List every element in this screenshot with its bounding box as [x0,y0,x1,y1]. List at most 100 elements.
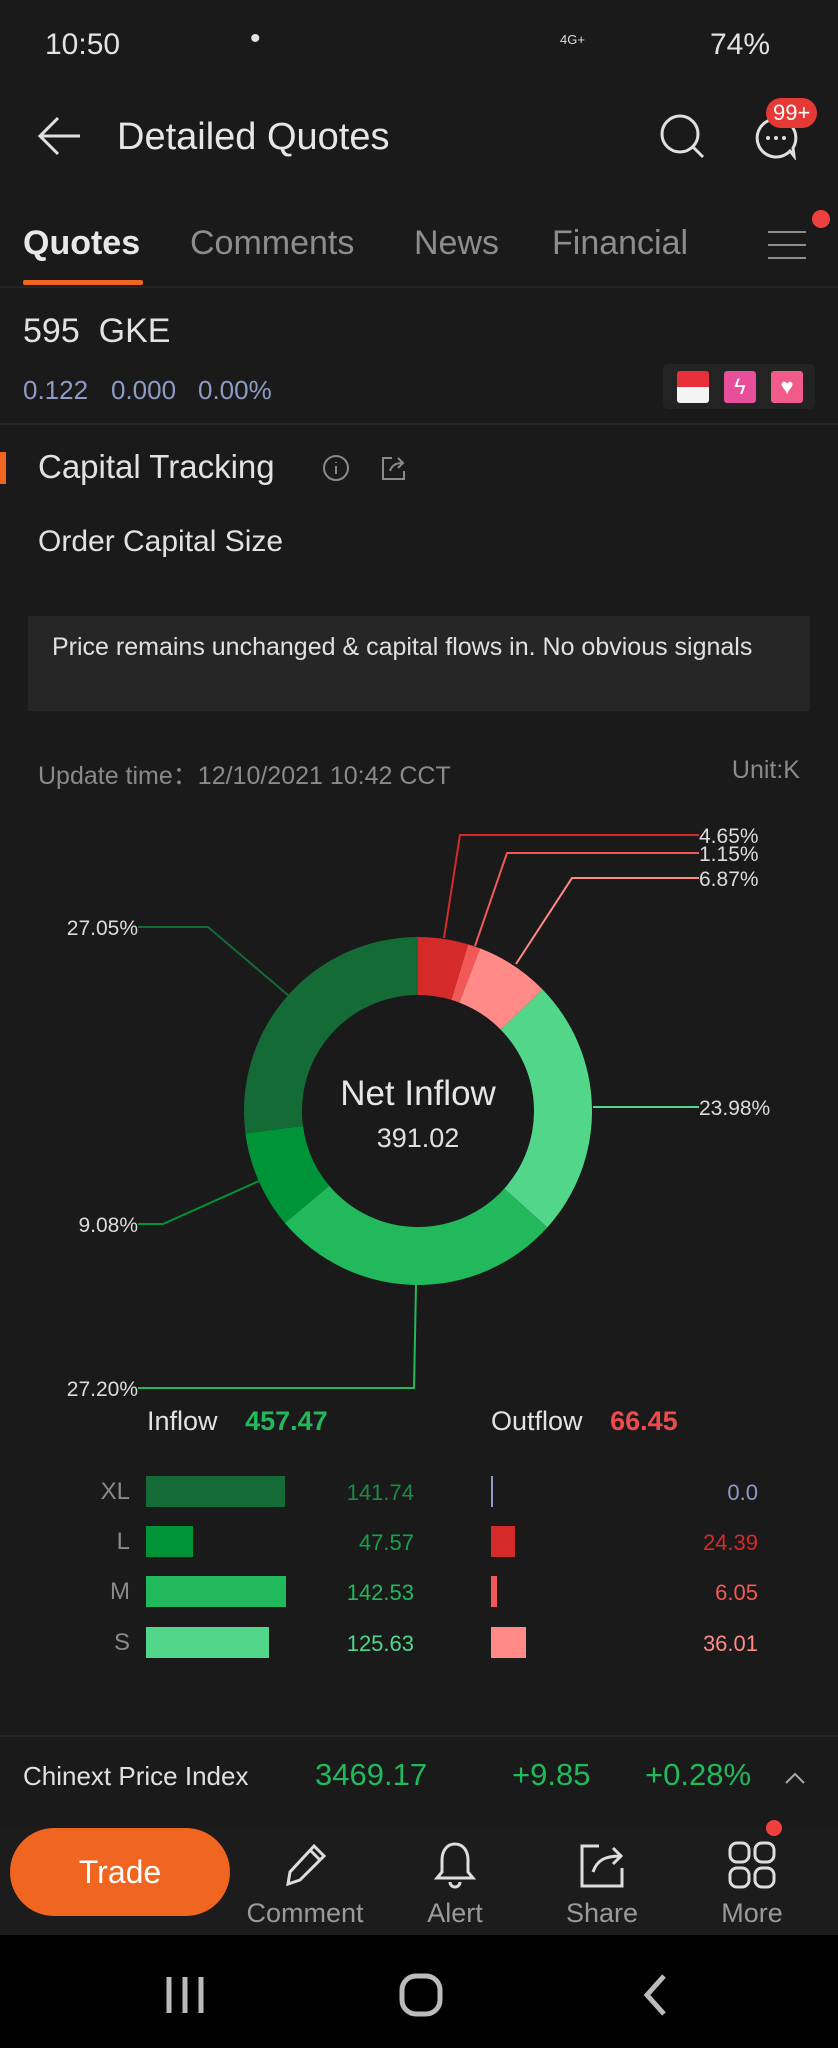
outflow-bar [491,1476,493,1507]
back-button[interactable] [36,114,84,163]
status-dot: • [250,22,261,55]
recent-apps-icon[interactable] [165,1975,209,2015]
net-inflow-value: 391.02 [377,1123,460,1153]
leader-line [138,1284,417,1389]
share-icon [382,457,405,480]
outflow-value: 6.05 [715,1580,758,1605]
inflow-label: Inflow [147,1406,218,1436]
flow-row: XL 141.74 0.0 [0,1476,838,1508]
share-button[interactable]: Share [542,1840,662,1929]
size-label: L [116,1528,130,1555]
share-section-button[interactable] [380,454,408,487]
tab-news[interactable]: News [414,224,499,263]
bell-icon [433,1842,477,1889]
tab-quotes[interactable]: Quotes [23,224,140,263]
battery-level: 74% [710,28,771,61]
flow-row: S 125.63 36.01 [0,1627,838,1659]
system-nav-bar [0,1935,838,2048]
outflow-total: 66.45 [610,1406,678,1436]
index-change: +9.85 [512,1757,591,1792]
info-button[interactable] [322,454,350,487]
active-tab-indicator [23,280,143,285]
index-name: Chinext Price Index [23,1761,249,1791]
outflow-bar [491,1526,515,1557]
chevron-up-icon[interactable] [784,1771,806,1785]
outflow-label: Outflow [491,1406,583,1436]
stock-price: 0.122 [23,375,89,405]
clock: 10:50 [45,28,121,61]
slice-label: 1.15% [699,843,759,866]
leader-line [138,1180,260,1225]
alert-button[interactable]: Alert [395,1840,515,1929]
status-bar: 10:50 • 4G+ 74% [0,0,838,90]
inflow-bar [146,1476,285,1507]
leader-line [515,877,699,965]
search-button[interactable] [660,114,706,165]
back-nav-icon[interactable] [642,1973,670,2017]
hamburger-icon [768,231,806,259]
leader-line [474,852,699,947]
signal-box: Price remains unchanged & capital flows … [28,616,810,711]
menu-notification-dot [812,210,830,228]
outflow-bar [491,1576,497,1607]
section-subtitle: Order Capital Size [38,525,284,558]
divider [0,286,838,288]
tabs-menu-button[interactable] [768,230,806,265]
slice-label: 27.20% [67,1378,138,1401]
index-change-pct: +0.28% [645,1757,752,1792]
heart-icon[interactable]: ♥ [771,371,803,403]
notification-badge: 99+ [766,98,818,128]
outflow-bar [491,1627,527,1658]
section-title: Capital Tracking [38,448,275,485]
more-button[interactable]: More [692,1840,812,1929]
update-time: Update time：12/10/2021 10:42 CCT [38,762,451,790]
index-value: 3469.17 [315,1757,428,1792]
alert-label: Alert [427,1898,483,1928]
comment-label: Comment [246,1898,364,1928]
inflow-value: 47.57 [358,1530,414,1555]
tab-financial[interactable]: Financial [552,224,688,263]
size-label: M [110,1578,130,1605]
outflow-value: 0.0 [727,1480,758,1505]
tab-comments[interactable]: Comments [190,224,354,263]
inflow-bar [146,1526,193,1557]
inflow-total: 457.47 [245,1406,328,1436]
slice-label: 6.87% [699,868,759,891]
pencil-icon [286,1843,327,1887]
home-icon[interactable] [399,1973,443,2017]
outflow-summary: Outflow 66.45 [491,1406,678,1437]
inflow-summary: Inflow 457.47 [147,1406,328,1437]
outflow-value: 24.39 [702,1530,758,1555]
slice-label: 27.05% [67,917,138,940]
inflow-value: 142.53 [346,1580,414,1605]
stock-code: 595 [23,312,80,350]
stock-change-pct: 0.00% [198,375,272,405]
flow-row: L 47.57 24.39 [0,1526,838,1558]
info-icon [323,455,349,481]
leader-line [138,926,290,997]
unit-label: Unit:K [731,756,800,784]
inflow-bar [146,1576,286,1607]
trade-button[interactable]: Trade [10,1828,230,1916]
net-inflow-label: Net Inflow [340,1074,496,1113]
market-badges: ϟ ♥ [663,364,815,409]
stock-title: 595 GKE [23,312,170,351]
capital-donut-chart: 4.65% 1.15% 6.87% 23.98% 27.20% 9.08% 27… [67,825,770,1401]
stock-name: GKE [98,312,171,350]
page-title: Detailed Quotes [117,116,390,158]
comment-button[interactable]: Comment [245,1840,365,1929]
slice-label: 9.08% [78,1214,138,1237]
more-notification-dot [766,1820,782,1836]
arrow-left-icon [37,116,80,156]
stock-change: 0.000 [111,375,177,405]
size-label: S [113,1629,130,1656]
index-ticker[interactable]: Chinext Price Index 3469.17 +9.85 +0.28% [0,1737,838,1829]
inflow-value: 141.74 [346,1480,414,1505]
share-icon [580,1844,624,1888]
outflow-value: 36.01 [702,1631,758,1656]
network-icon: 4G+ [560,32,585,47]
slice-label: 23.98% [699,1097,770,1120]
grid-icon [728,1841,776,1889]
more-label: More [721,1898,783,1928]
flow-row: M 142.53 6.05 [0,1576,838,1608]
